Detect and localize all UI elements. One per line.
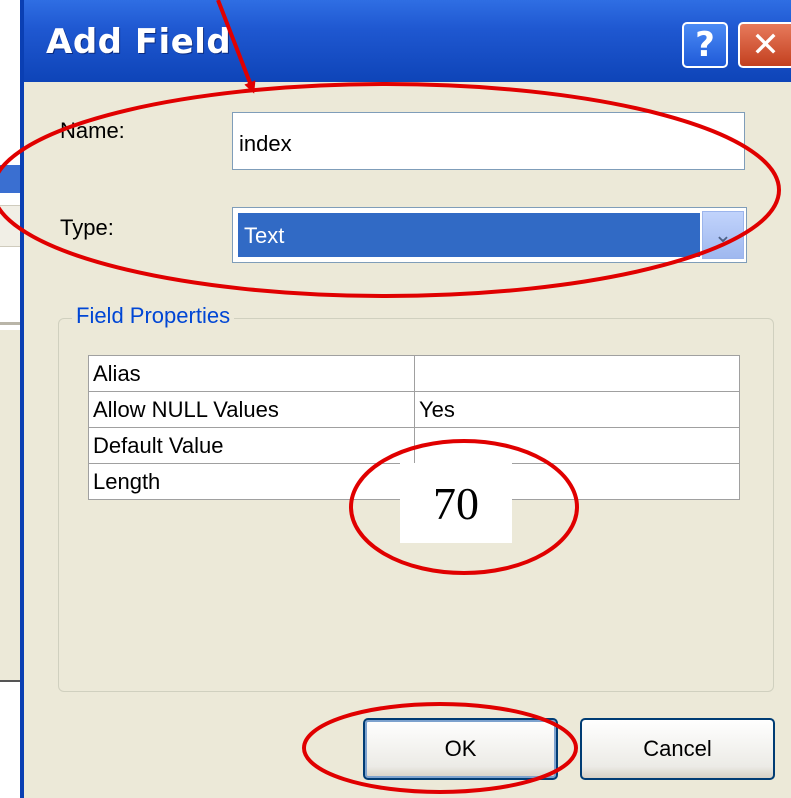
close-icon: ✕ — [751, 25, 780, 65]
type-selected-value: Text — [238, 213, 700, 257]
title-bar: Add Field — [20, 0, 791, 82]
property-value[interactable]: Yes — [414, 391, 740, 428]
question-icon: ? — [695, 25, 715, 65]
table-row[interactable]: Allow NULL Values Yes — [88, 391, 740, 428]
field-properties-title: Field Properties — [72, 303, 235, 329]
table-row[interactable]: Alias — [88, 355, 740, 392]
property-name: Length — [88, 463, 415, 500]
close-button[interactable]: ✕ — [738, 22, 791, 68]
background-selection-strip — [0, 165, 22, 193]
background-window — [0, 0, 22, 798]
dialog-title: Add Field — [46, 22, 232, 62]
property-value[interactable] — [414, 355, 740, 392]
ok-button[interactable]: OK — [363, 718, 558, 780]
type-select[interactable]: Text ⌄ — [232, 207, 747, 263]
length-annotation-value: 70 — [400, 463, 512, 543]
chevron-down-icon[interactable]: ⌄ — [702, 211, 744, 259]
add-field-dialog: Add Field ? ✕ Name: index Type: Text ⌄ F… — [20, 0, 791, 798]
property-name: Alias — [88, 355, 415, 392]
help-button[interactable]: ? — [682, 22, 728, 68]
background-toolbar-strip — [0, 205, 22, 247]
background-divider — [0, 322, 22, 325]
name-label: Name: — [60, 118, 125, 143]
cancel-button[interactable]: Cancel — [580, 718, 775, 780]
name-input[interactable]: index — [232, 112, 745, 170]
table-row[interactable]: Default Value — [88, 427, 740, 464]
property-name: Allow NULL Values — [88, 391, 415, 428]
property-name: Default Value — [88, 427, 415, 464]
dialog-border — [20, 82, 24, 798]
type-label: Type: — [60, 215, 114, 240]
property-value[interactable] — [414, 427, 740, 464]
background-panel — [0, 330, 22, 682]
